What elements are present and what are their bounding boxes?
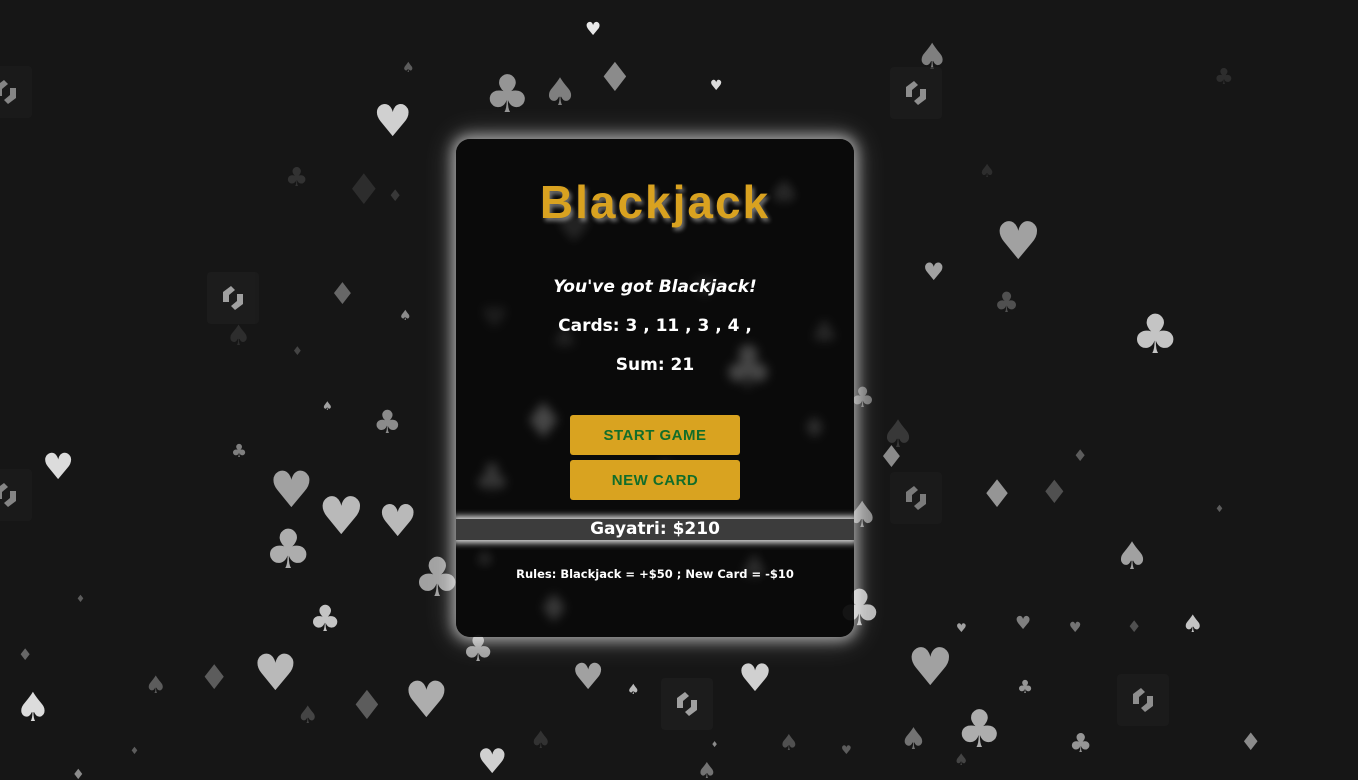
heart-icon: ♥ bbox=[477, 742, 508, 780]
diamond-icon: ♦ bbox=[72, 767, 85, 780]
sum-display: Sum: 21 bbox=[456, 355, 854, 375]
logo-mark-icon bbox=[890, 67, 942, 119]
player-chips: $210 bbox=[672, 519, 720, 539]
club-icon: ♣ bbox=[1069, 729, 1093, 759]
diamond-icon: ♦ bbox=[329, 277, 356, 312]
diamond-icon: ♦ bbox=[130, 746, 139, 757]
club-icon: ♣ bbox=[231, 441, 248, 462]
heart-icon: ♥ bbox=[738, 656, 773, 700]
diamond-icon: ♦ bbox=[292, 344, 303, 358]
spade-icon: ♠ bbox=[979, 161, 996, 182]
club-icon: ♣ bbox=[413, 546, 462, 609]
diamond-icon: ♦ bbox=[1240, 728, 1262, 756]
heart-icon: ♥ bbox=[1069, 620, 1082, 636]
diamond-icon: ♦ bbox=[76, 594, 85, 605]
spade-icon: ♠ bbox=[1182, 610, 1204, 638]
heart-icon: ♥ bbox=[378, 496, 418, 547]
spade-icon: ♠ bbox=[322, 399, 333, 413]
club-icon: ♣ bbox=[1214, 65, 1234, 90]
heart-icon: ♥ bbox=[841, 743, 852, 757]
club-icon: ♣ bbox=[373, 403, 402, 441]
heart-icon: ♥ bbox=[585, 19, 602, 40]
player-separator: : bbox=[659, 519, 673, 539]
cards-values: 3 , 11 , 3 , 4 , bbox=[625, 316, 752, 336]
diamond-icon: ♦ bbox=[1040, 473, 1069, 511]
heart-icon: ♥ bbox=[572, 657, 605, 698]
spade-icon: ♠ bbox=[627, 682, 640, 698]
spade-icon: ♠ bbox=[530, 726, 552, 754]
player-info-bar: Gayatri: $210 bbox=[456, 519, 854, 540]
panel-content: Blackjack You've got Blackjack! Cards: 3… bbox=[456, 139, 854, 637]
diamond-icon: ♦ bbox=[1073, 446, 1088, 465]
diamond-icon: ♦ bbox=[349, 683, 385, 729]
spade-icon: ♠ bbox=[543, 70, 578, 114]
diamond-icon: ♦ bbox=[18, 645, 33, 664]
club-icon: ♣ bbox=[994, 286, 1020, 319]
club-icon: ♣ bbox=[285, 163, 309, 193]
spade-icon: ♠ bbox=[697, 759, 717, 780]
spade-icon: ♠ bbox=[1115, 534, 1150, 578]
diamond-icon: ♦ bbox=[345, 165, 383, 214]
heart-icon: ♥ bbox=[710, 78, 723, 94]
diamond-icon: ♦ bbox=[199, 658, 230, 698]
logo-mark-icon bbox=[0, 469, 32, 521]
heart-icon: ♥ bbox=[907, 638, 954, 698]
new-card-button[interactable]: NEW CARD bbox=[570, 460, 740, 500]
spade-icon: ♠ bbox=[900, 722, 927, 757]
logo-mark-icon bbox=[207, 272, 259, 324]
sum-value: 21 bbox=[670, 355, 695, 375]
heart-icon: ♥ bbox=[373, 96, 413, 147]
diamond-icon: ♦ bbox=[597, 55, 633, 101]
club-icon: ♣ bbox=[956, 700, 1003, 760]
spade-icon: ♠ bbox=[145, 671, 167, 699]
diamond-icon: ♦ bbox=[388, 186, 403, 205]
logo-mark-icon bbox=[1117, 674, 1169, 726]
spade-icon: ♠ bbox=[881, 412, 916, 456]
cards-label: Cards: bbox=[558, 316, 620, 336]
diamond-icon: ♦ bbox=[1127, 617, 1142, 636]
game-title: Blackjack bbox=[539, 176, 771, 228]
spade-icon: ♠ bbox=[779, 731, 799, 756]
heart-icon: ♥ bbox=[318, 487, 365, 547]
rules-text: Rules: Blackjack = +$50 ; New Card = -$1… bbox=[516, 567, 794, 581]
start-game-button[interactable]: START GAME bbox=[570, 415, 740, 455]
diamond-icon: ♦ bbox=[711, 740, 719, 749]
heart-icon: ♥ bbox=[995, 212, 1042, 272]
game-panel: ♦♣♣♣♥♠♦♣♠♥♦♣♥♠ Blackjack You've got Blac… bbox=[456, 139, 854, 637]
spade-icon: ♠ bbox=[297, 701, 319, 729]
heart-icon: ♥ bbox=[253, 644, 298, 702]
heart-icon: ♥ bbox=[269, 461, 314, 519]
message-text: You've got Blackjack! bbox=[553, 277, 757, 297]
club-icon: ♣ bbox=[462, 629, 495, 670]
diamond-icon: ♦ bbox=[1215, 504, 1224, 515]
logo-mark-icon bbox=[0, 66, 32, 118]
club-icon: ♣ bbox=[484, 65, 531, 125]
heart-icon: ♥ bbox=[1015, 613, 1032, 634]
heart-icon: ♥ bbox=[42, 447, 75, 488]
heart-icon: ♥ bbox=[923, 258, 945, 286]
spade-icon: ♠ bbox=[226, 319, 252, 352]
sum-label: Sum: bbox=[615, 355, 665, 375]
spade-icon: ♠ bbox=[399, 308, 412, 324]
club-icon: ♣ bbox=[1131, 303, 1180, 366]
logo-mark-icon bbox=[661, 678, 713, 730]
spade-icon: ♠ bbox=[15, 685, 51, 731]
player-name: Gayatri bbox=[590, 519, 660, 539]
cards-display: Cards: 3 , 11 , 3 , 4 , bbox=[456, 316, 854, 336]
diamond-icon: ♦ bbox=[980, 472, 1015, 516]
spade-icon: ♠ bbox=[402, 60, 415, 76]
heart-icon: ♥ bbox=[956, 621, 967, 635]
spade-icon: ♠ bbox=[954, 750, 969, 769]
logo-mark-icon bbox=[890, 472, 942, 524]
club-icon: ♣ bbox=[309, 599, 342, 640]
heart-icon: ♥ bbox=[404, 671, 449, 729]
club-icon: ♣ bbox=[264, 518, 313, 581]
club-icon: ♣ bbox=[1017, 677, 1034, 698]
